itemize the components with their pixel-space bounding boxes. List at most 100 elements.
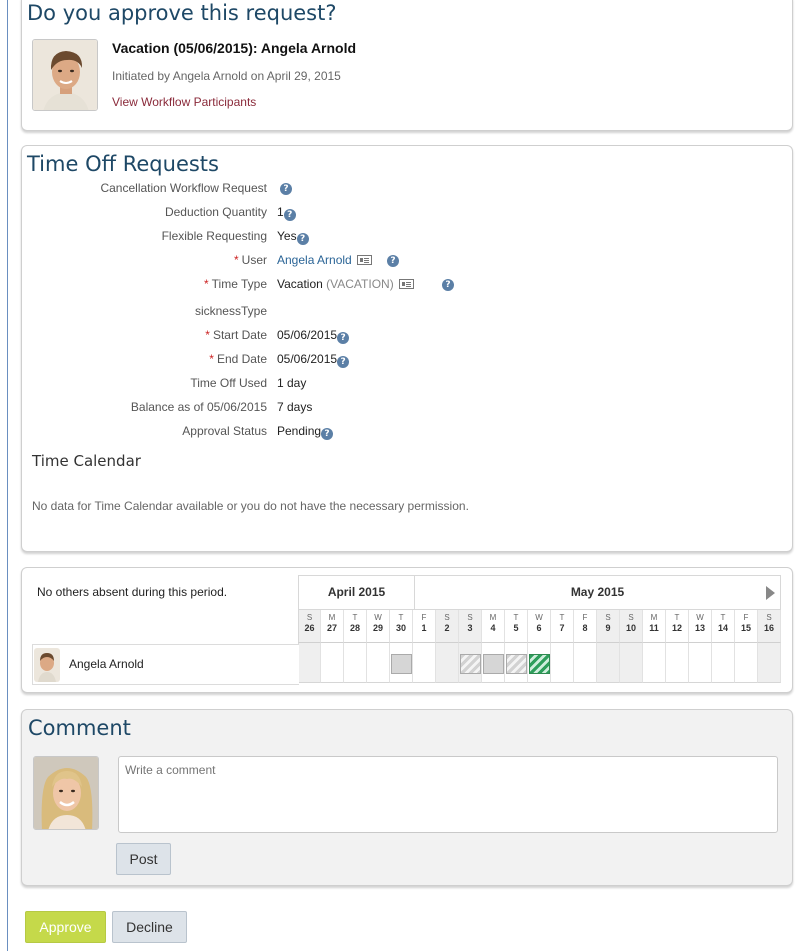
- day-number: 2: [444, 623, 450, 633]
- no-others-absent-text: No others absent during this period.: [37, 585, 228, 599]
- commenter-avatar: [33, 756, 99, 830]
- time-calendar-heading: Time Calendar: [32, 452, 141, 470]
- help-icon[interactable]: ?: [442, 279, 454, 291]
- day-number: 15: [740, 623, 751, 633]
- field-label: Balance as of 05/06/2015: [131, 400, 267, 414]
- user-link[interactable]: Angela Arnold: [277, 253, 352, 267]
- calendar-day-header: T 12: [666, 610, 689, 643]
- help-icon[interactable]: ?: [283, 209, 296, 221]
- weekday-letter: W: [535, 613, 543, 622]
- calendar-day-cell[interactable]: [597, 643, 620, 683]
- calendar-day-cell[interactable]: [344, 643, 367, 683]
- weekday-letter: W: [374, 613, 382, 622]
- calendar-day-cell[interactable]: [574, 643, 597, 683]
- field-value: 1 day: [277, 376, 306, 390]
- calendar-day-header: T 14: [712, 610, 735, 643]
- calendar-day-header: W6: [528, 610, 551, 643]
- calendar-day-cell[interactable]: [551, 643, 574, 683]
- calendar-day-cell[interactable]: [298, 643, 321, 683]
- comment-heading: Comment: [28, 716, 131, 740]
- help-icon[interactable]: ?: [296, 233, 309, 245]
- day-number: 4: [490, 623, 496, 633]
- field-label-text: sicknessType: [194, 304, 267, 318]
- contact-card-icon[interactable]: [356, 255, 372, 265]
- calendar-day-cell[interactable]: [689, 643, 712, 683]
- time-type-value: Vacation: [277, 277, 323, 291]
- decline-button[interactable]: Decline: [112, 911, 187, 943]
- day-number: 16: [763, 623, 774, 633]
- field-label: * End Date: [209, 352, 267, 366]
- day-number: 3: [467, 623, 473, 633]
- calendar-day-cell[interactable]: [321, 643, 344, 683]
- absence-bar[interactable]: [460, 654, 481, 674]
- calendar-day-cell[interactable]: [620, 643, 643, 683]
- field-label-text: Deduction Quantity: [164, 205, 267, 219]
- comment-input[interactable]: [118, 756, 778, 833]
- calendar-day-cell[interactable]: [413, 643, 436, 683]
- month-april: April 2015: [298, 575, 415, 610]
- required-marker: *: [205, 328, 210, 342]
- calendar-day-cell[interactable]: [390, 643, 413, 683]
- absence-bar[interactable]: [506, 654, 527, 674]
- field-label-text: End Date: [216, 352, 267, 366]
- requester-avatar: [32, 39, 98, 111]
- view-workflow-participants-link[interactable]: View Workflow Participants: [112, 95, 256, 109]
- field-label-text: Time Off Used: [190, 376, 267, 390]
- calendar-day-cell[interactable]: [666, 643, 689, 683]
- calendar-day-cell[interactable]: [367, 643, 390, 683]
- required-marker: *: [203, 277, 209, 291]
- day-number: 14: [717, 623, 728, 633]
- calendar-day-cell[interactable]: [712, 643, 735, 683]
- field-value-text: Pending: [277, 424, 322, 438]
- approval-card: Do you approve this request? Vacation (0…: [21, 0, 793, 131]
- field-value: 7 days: [277, 400, 312, 414]
- absence-bar[interactable]: [483, 654, 504, 674]
- approve-button[interactable]: Approve: [25, 911, 106, 943]
- request-title: Vacation (05/06/2015): Angela Arnold: [112, 40, 357, 56]
- time-calendar-empty-text: No data for Time Calendar available or y…: [32, 499, 469, 513]
- requested-absence-bar[interactable]: [529, 654, 550, 674]
- field-value: Vacation (VACATION): [277, 277, 414, 291]
- day-number: 30: [395, 623, 406, 633]
- calendar-day-header: M 11: [643, 610, 666, 643]
- day-number: 6: [536, 623, 542, 633]
- help-icon[interactable]: ?: [337, 356, 350, 368]
- weekday-letter: S: [444, 613, 450, 622]
- field-label: Time Off Used: [190, 376, 267, 390]
- weekday-letter: M: [328, 613, 336, 622]
- calendar-day-cell[interactable]: [459, 643, 482, 683]
- employee-name[interactable]: Angela Arnold: [69, 657, 144, 671]
- help-icon[interactable]: ?: [321, 428, 334, 440]
- help-icon[interactable]: ?: [280, 183, 292, 195]
- help-icon[interactable]: ?: [387, 255, 399, 267]
- absence-bar[interactable]: [391, 654, 412, 674]
- calendar-day-header: F 15: [735, 610, 758, 643]
- calendar-day-header: S3: [459, 610, 482, 643]
- day-number: 5: [513, 623, 519, 633]
- calendar-day-cell[interactable]: [643, 643, 666, 683]
- required-marker: *: [233, 253, 239, 267]
- help-icon[interactable]: ?: [337, 332, 350, 344]
- field-label: * User: [234, 253, 267, 267]
- month-may-label: May 2015: [570, 585, 625, 599]
- weekday-letter: S: [467, 613, 473, 622]
- calendar-day-cell[interactable]: [505, 643, 528, 683]
- calendar-day-cell[interactable]: [482, 643, 505, 683]
- day-number: 28: [349, 623, 360, 633]
- field-label-text: User: [241, 253, 267, 267]
- contact-card-icon[interactable]: [398, 279, 414, 289]
- calendar-day-cell[interactable]: [436, 643, 459, 683]
- field-label-text: Approval Status: [182, 424, 267, 438]
- calendar-day-cell[interactable]: [758, 643, 781, 683]
- field-label: Approval Status: [182, 424, 267, 438]
- triangle-right-icon[interactable]: [766, 586, 775, 600]
- calendar-day-cell[interactable]: [735, 643, 758, 683]
- field-label: Deduction Quantity: [165, 205, 267, 219]
- field-label-text: Flexible Requesting: [161, 229, 267, 243]
- calendar-day-cell[interactable]: [528, 643, 551, 683]
- post-button[interactable]: Post: [116, 843, 171, 875]
- day-number: 26: [304, 623, 315, 633]
- day-number: 29: [372, 623, 383, 633]
- field-value: 05/06/2015?: [277, 328, 350, 344]
- calendar-day-header: F8: [574, 610, 597, 643]
